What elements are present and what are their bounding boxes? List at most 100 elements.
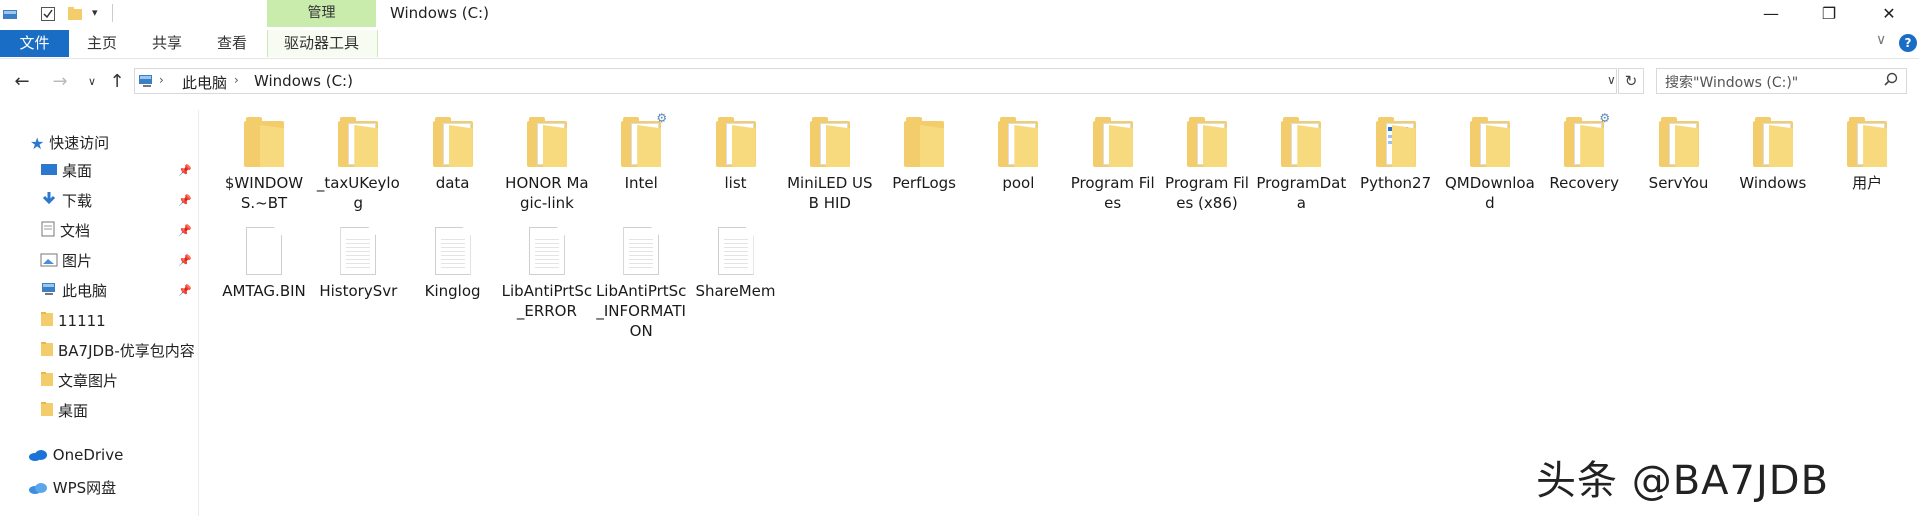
item-label: Windows <box>1739 174 1807 192</box>
nav-item[interactable]: 此电脑 📌 <box>40 276 198 306</box>
nav-label: BA7JDB-优享包内容 <box>58 342 195 360</box>
file-icon <box>246 227 282 275</box>
properties-icon[interactable] <box>40 6 56 22</box>
folder-item[interactable]: MiniLED USB HID <box>784 105 876 213</box>
folder-item[interactable]: ⚙ Recovery <box>1538 105 1630 193</box>
tab-file[interactable]: 文件 <box>0 30 69 57</box>
folder-icon: ⚙ <box>1564 111 1610 167</box>
nav-label: 桌面 <box>58 402 89 420</box>
nav-item[interactable]: 下载 📌 <box>40 186 198 216</box>
close-button[interactable]: ✕ <box>1866 0 1912 30</box>
breadcrumb-separator-icon[interactable]: › <box>234 73 239 87</box>
item-label: pool <box>1002 174 1035 192</box>
folder-item[interactable]: list <box>690 105 782 193</box>
folder-item[interactable]: ⚙ Intel <box>595 105 687 193</box>
folder-icon <box>1281 117 1322 167</box>
item-label: LibAntiPrtSc_INFORMATION <box>595 282 687 340</box>
nav-item[interactable]: 图片 📌 <box>40 246 198 276</box>
customize-toolbar-icon[interactable]: ▾ <box>92 6 98 19</box>
item-label: Python27 <box>1360 174 1432 192</box>
folder-item[interactable]: HONOR Magic-link <box>501 105 593 213</box>
recent-locations-icon[interactable]: ∨ <box>80 70 104 94</box>
breadcrumb-this-pc[interactable]: 此电脑 <box>182 72 227 93</box>
pin-icon[interactable]: 📌 <box>178 216 192 246</box>
nav-item[interactable]: 文章图片 <box>40 366 198 396</box>
nav-item[interactable]: BA7JDB-优享包内容 <box>40 336 198 366</box>
item-label: Program Files (x86) <box>1165 174 1249 212</box>
cloud-icon <box>28 441 48 471</box>
folder-item[interactable]: data <box>407 105 499 193</box>
folder-item[interactable]: 用户 <box>1821 105 1913 193</box>
folder-item[interactable]: ServYou <box>1633 105 1725 193</box>
pin-icon[interactable]: 📌 <box>178 186 192 216</box>
tab-drive-tools[interactable]: 驱动器工具 <box>267 30 376 57</box>
this-pc-icon <box>40 277 58 307</box>
back-arrow-icon[interactable]: ← <box>10 70 34 94</box>
nav-wps[interactable]: WPS网盘 <box>28 473 116 503</box>
file-item[interactable]: HistorySvr <box>312 213 404 301</box>
up-arrow-icon[interactable]: ↑ <box>105 70 129 94</box>
breadcrumb-separator-icon[interactable]: › <box>159 73 164 87</box>
nav-item[interactable]: 桌面 📌 <box>40 156 198 186</box>
search-icon[interactable] <box>1884 72 1898 90</box>
file-item[interactable]: ShareMem <box>690 213 782 301</box>
folder-icon <box>40 397 54 427</box>
pin-icon[interactable]: 📌 <box>178 246 192 276</box>
item-label: HistorySvr <box>319 282 398 300</box>
nav-label: 下载 <box>62 192 93 210</box>
help-icon[interactable]: ? <box>1899 34 1917 52</box>
folder-item[interactable]: Program Files (x86) <box>1161 105 1253 213</box>
folder-icon: ⚙ <box>621 111 667 167</box>
refresh-icon[interactable]: ↻ <box>1618 68 1644 94</box>
expand-ribbon-icon[interactable]: ∨ <box>1876 32 1886 48</box>
folder-item[interactable]: $WINDOWS.~BT <box>218 105 310 213</box>
folder-item[interactable]: Windows <box>1727 105 1819 193</box>
item-label: 用户 <box>1852 174 1883 192</box>
folder-item[interactable]: pool <box>972 105 1064 193</box>
manage-context-tab[interactable]: 管理 <box>267 0 376 27</box>
folder-icon <box>1187 117 1227 167</box>
minimize-button[interactable]: — <box>1748 0 1794 30</box>
nav-item[interactable]: 桌面 <box>40 396 198 426</box>
folder-item[interactable]: ProgramData <box>1255 105 1347 213</box>
item-label: HONOR Magic-link <box>505 174 589 212</box>
item-label: AMTAG.BIN <box>222 282 306 300</box>
nav-onedrive[interactable]: OneDrive <box>28 440 123 470</box>
item-label: Kinglog <box>424 282 481 300</box>
item-label: LibAntiPrtSc_ERROR <box>501 282 593 320</box>
breadcrumb-current[interactable]: Windows (C:) <box>254 72 353 90</box>
tab-home[interactable]: 主页 <box>79 30 125 57</box>
address-bar[interactable]: › 此电脑 › Windows (C:) ∨ <box>134 68 1617 94</box>
item-label: list <box>724 174 747 192</box>
navigation-pane: ★ 快速访问 桌面 📌 下载 📌 文档 📌 图片 📌 此电脑 📌 11111 BA7JDB-优享包内容… <box>0 110 199 516</box>
pin-icon[interactable]: 📌 <box>178 156 192 186</box>
search-input[interactable]: 搜索"Windows (C:)" <box>1665 72 1798 92</box>
folder-icon <box>998 117 1039 167</box>
folder-item[interactable]: Python27 <box>1350 105 1442 193</box>
file-item[interactable]: LibAntiPrtSc_INFORMATION <box>595 213 687 341</box>
folder-item[interactable]: QMDownload <box>1444 105 1536 213</box>
folder-item[interactable]: PerfLogs <box>878 105 970 193</box>
address-dropdown-icon[interactable]: ∨ <box>1607 73 1616 87</box>
file-icon <box>340 227 377 275</box>
file-item[interactable]: AMTAG.BIN <box>218 213 310 301</box>
file-item[interactable]: LibAntiPrtSc_ERROR <box>501 213 593 321</box>
this-pc-icon <box>138 73 156 93</box>
tab-share[interactable]: 共享 <box>144 30 190 57</box>
pin-icon[interactable]: 📌 <box>178 276 192 306</box>
folder-item[interactable]: Program Files <box>1067 105 1159 213</box>
new-folder-icon[interactable] <box>67 6 83 22</box>
nav-item[interactable]: 11111 <box>40 306 198 336</box>
maximize-button[interactable]: ❐ <box>1806 0 1852 30</box>
download-icon <box>40 187 58 217</box>
nav-quick-access[interactable]: ★ 快速访问 <box>30 128 109 158</box>
search-box[interactable]: 搜索"Windows (C:)" <box>1656 68 1907 94</box>
folder-icon <box>1375 117 1416 167</box>
folder-item[interactable]: _taxUKeylog <box>312 105 404 213</box>
nav-item[interactable]: 文档 📌 <box>40 216 198 246</box>
folder-icon <box>904 117 945 167</box>
tab-view[interactable]: 查看 <box>209 30 255 57</box>
file-item[interactable]: Kinglog <box>407 213 499 301</box>
gear-icon: ⚙ <box>1599 111 1611 125</box>
forward-arrow-icon[interactable]: → <box>48 70 72 94</box>
